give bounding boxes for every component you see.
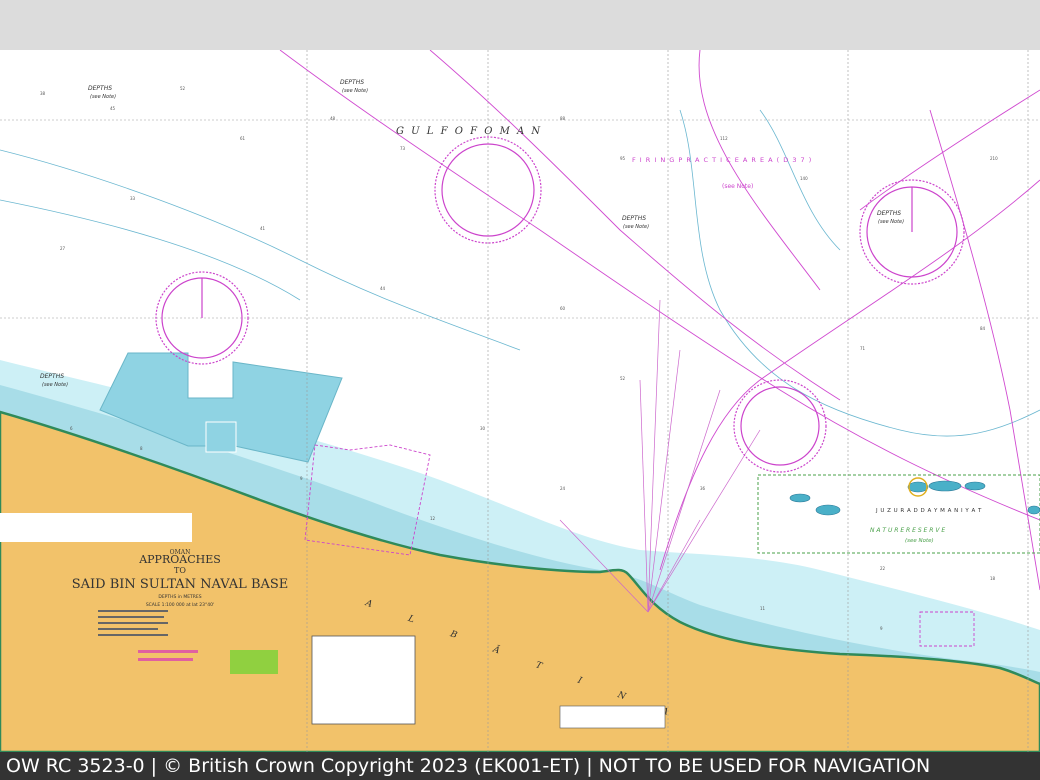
svg-text:73: 73 (400, 146, 406, 151)
firing-area-label: F I R I N G P R A C T I C E A R E A ( D … (632, 156, 812, 164)
top-bar (0, 0, 1040, 50)
svg-text:33: 33 (130, 196, 136, 201)
depths-label-4: DEPTHS (877, 210, 901, 217)
small-area (205, 421, 237, 453)
islands-label: J U Z U R A D D A Y M A N I Y A T (875, 508, 982, 514)
depths-note-1: (see Note) (90, 94, 116, 100)
depths-label-2: DEPTHS (340, 79, 364, 86)
svg-text:84: 84 (980, 326, 986, 331)
depths-label-5: DEPTHS (40, 373, 64, 380)
gulf-of-oman-label: G U L F O F O M A N (396, 126, 542, 137)
depths-note-5: (see Note) (42, 382, 68, 388)
svg-text:140: 140 (800, 176, 808, 181)
nature-reserve-see-note: (see Note) (905, 538, 934, 544)
svg-text:88: 88 (560, 116, 566, 121)
svg-text:11: 11 (760, 606, 766, 611)
svg-text:22: 22 (880, 566, 886, 571)
title-scale: SCALE 1:100 000 at lat 23°40' (146, 602, 214, 608)
svg-text:60: 60 (560, 306, 566, 311)
svg-text:52: 52 (620, 376, 626, 381)
svg-text:41: 41 (260, 226, 266, 231)
source-diagram-inset (311, 635, 416, 725)
title-line2: TO (174, 566, 186, 575)
nautical-chart[interactable]: 38 45 52 61 48 73 88 95 112 140 210 27 33 41 44 60… (0, 50, 1040, 752)
title-clearance (0, 513, 192, 542)
depths-label-1: DEPTHS (88, 85, 112, 92)
svg-text:12: 12 (430, 516, 436, 521)
nature-reserve-label: N A T U R E R E S E R V E (870, 527, 945, 534)
firing-area-see-note: (see Note) (722, 183, 753, 190)
svg-text:112: 112 (720, 136, 728, 141)
depths-label-3: DEPTHS (622, 215, 646, 222)
svg-text:38: 38 (40, 91, 46, 96)
copyright-footer: OW RC 3523-0 | © British Crown Copyright… (0, 752, 1040, 780)
svg-text:95: 95 (620, 156, 626, 161)
title-line1: APPROACHES (138, 553, 221, 566)
title-depths: DEPTHS in METRES (158, 594, 201, 600)
depths-note-2: (see Note) (342, 88, 368, 94)
title-line3: SAID BIN SULTAN NAVAL BASE (72, 577, 289, 592)
svg-text:71: 71 (860, 346, 866, 351)
svg-text:18: 18 (990, 576, 996, 581)
svg-text:61: 61 (240, 136, 246, 141)
svg-text:52: 52 (180, 86, 186, 91)
svg-text:36: 36 (700, 486, 706, 491)
svg-text:27: 27 (60, 246, 66, 251)
svg-text:30: 30 (480, 426, 486, 431)
depths-note-3: (see Note) (623, 224, 649, 230)
svg-text:44: 44 (380, 286, 386, 291)
svg-text:210: 210 (990, 156, 998, 161)
svg-text:48: 48 (330, 116, 336, 121)
svg-text:45: 45 (110, 106, 116, 111)
tidal-table-inset (559, 705, 666, 729)
svg-text:24: 24 (560, 486, 566, 491)
depths-note-4: (see Note) (878, 219, 904, 225)
